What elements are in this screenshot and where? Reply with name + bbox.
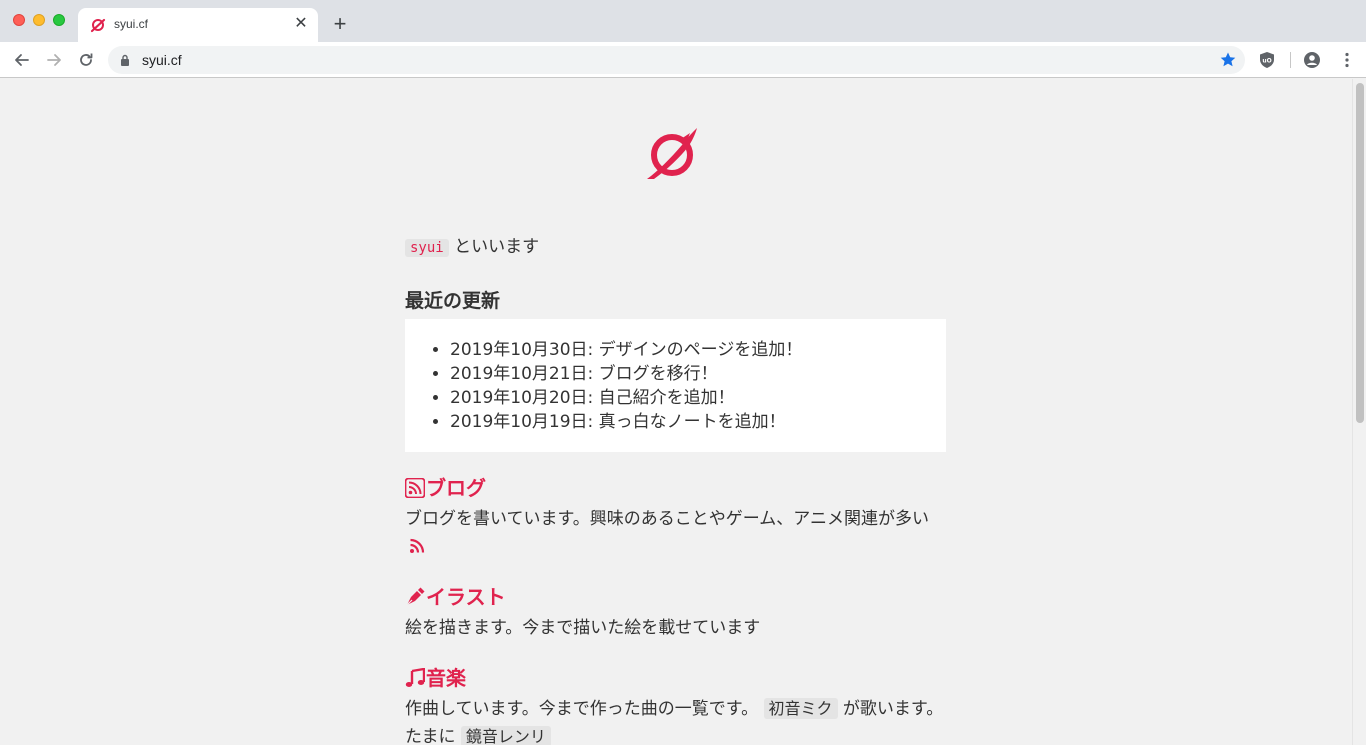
recent-updates-title: 最近の更新 (405, 290, 501, 312)
tab-strip: syui.cf ✕ + (0, 0, 1366, 42)
intro-username-code: syui (405, 239, 449, 257)
toolbar-separator (1290, 52, 1291, 68)
music-description: 作曲しています。今まで作った曲の一覧です。 初音ミク が歌います。たまに 鏡音レ… (405, 695, 946, 745)
forward-arrow-icon[interactable] (44, 50, 64, 70)
update-item: 2019年10月20日: 自己紹介を追加！ (450, 386, 926, 410)
window-minimize-button[interactable] (33, 14, 45, 26)
rss-icon (405, 478, 425, 498)
music-code-miku: 初音ミク (763, 698, 838, 719)
recent-updates-list: 2019年10月30日: デザインのページを追加！ 2019年10月21日: ブ… (450, 338, 926, 434)
rss-feed-icon[interactable] (409, 538, 425, 554)
profile-avatar-icon[interactable] (1303, 51, 1321, 69)
svg-text:uO: uO (1262, 58, 1271, 65)
recent-updates-box: 2019年10月30日: デザインのページを追加！ 2019年10月21日: ブ… (405, 319, 946, 452)
intro-text: といいます (454, 237, 540, 257)
ublock-shield-icon[interactable]: uO (1258, 51, 1276, 69)
intro: syui といいます (405, 234, 946, 261)
update-item: 2019年10月30日: デザインのページを追加！ (450, 338, 926, 362)
main-content: syui といいます 最近の更新 2019年10月30日: デザインのページを追… (405, 234, 946, 745)
back-arrow-icon[interactable] (12, 50, 32, 70)
music-desc-before: 作曲しています。今まで作った曲の一覧です。 (405, 699, 759, 719)
page-viewport: syui といいます 最近の更新 2019年10月30日: デザインのページを追… (0, 79, 1366, 745)
music-section: 音楽 作曲しています。今まで作った曲の一覧です。 初音ミク が歌います。たまに … (405, 664, 946, 745)
blog-description: ブログを書いています。興味のあることやゲーム、アニメ関連が多い (405, 505, 946, 561)
tab-syui[interactable]: syui.cf ✕ (78, 8, 318, 42)
illust-section: イラスト 絵を描きます。今まで描いた絵を載せています (405, 583, 946, 642)
tab-title: syui.cf (114, 17, 149, 31)
music-note-icon (405, 668, 425, 687)
music-link[interactable]: 音楽 (405, 664, 946, 692)
blog-link[interactable]: ブログ (405, 474, 946, 502)
url-text: syui.cf (142, 52, 182, 68)
illust-title: イラスト (426, 585, 506, 609)
window-maximize-button[interactable] (53, 14, 65, 26)
scrollbar-thumb[interactable] (1356, 83, 1364, 423)
tab-close-icon[interactable]: ✕ (292, 15, 310, 33)
window-close-button[interactable] (13, 14, 25, 26)
lock-icon (121, 54, 129, 66)
bookmark-star-icon[interactable] (1219, 51, 1237, 69)
update-item: 2019年10月21日: ブログを移行！ (450, 362, 926, 386)
update-item: 2019年10月19日: 真っ白なノートを追加！ (450, 410, 926, 434)
illust-link[interactable]: イラスト (405, 583, 946, 611)
reload-icon[interactable] (76, 50, 96, 70)
new-tab-button[interactable]: + (328, 12, 352, 36)
page-scrollbar[interactable] (1352, 79, 1366, 745)
kebab-menu-icon[interactable] (1338, 51, 1356, 69)
address-bar[interactable]: syui.cf (108, 46, 1245, 74)
pen-icon (406, 587, 425, 606)
syui-favicon-icon (90, 18, 106, 33)
syui-logo-icon (647, 128, 697, 179)
blog-section: ブログ ブログを書いています。興味のあることやゲーム、アニメ関連が多い (405, 474, 946, 561)
illust-description: 絵を描きます。今まで描いた絵を載せています (405, 618, 761, 638)
blog-title: ブログ (426, 476, 486, 500)
blog-desc-text: ブログを書いています。興味のあることやゲーム、アニメ関連が多い (405, 509, 929, 529)
browser-toolbar: syui.cf uO (0, 42, 1366, 78)
music-title: 音楽 (426, 666, 466, 690)
music-code-rin-len: 鏡音レンリ (460, 726, 551, 745)
